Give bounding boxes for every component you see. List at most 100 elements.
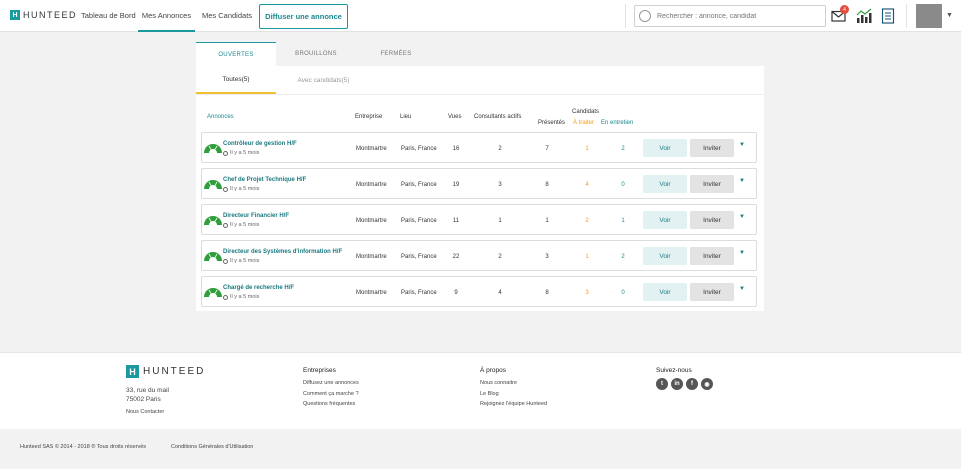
view-button[interactable]: Voir bbox=[643, 247, 687, 265]
ad-age-text: Il y a 5 mois bbox=[230, 186, 260, 192]
clock-icon bbox=[223, 186, 228, 192]
avatar[interactable] bbox=[916, 4, 942, 28]
chevron-down-icon[interactable]: ▼ bbox=[739, 178, 745, 184]
view-button[interactable]: Voir bbox=[643, 211, 687, 229]
subtab-with-candidates[interactable]: Avec candidats(5) bbox=[276, 66, 371, 94]
invite-button[interactable]: Inviter bbox=[690, 283, 734, 301]
tab-drafts[interactable]: BROUILLONS bbox=[276, 42, 356, 66]
col-annonces: Annonces bbox=[207, 114, 234, 120]
cell-place: Paris, France bbox=[401, 145, 437, 152]
footer-link[interactable]: Rejoignez l'équipe Hunteed bbox=[480, 399, 547, 410]
cell-company: Montmartre bbox=[356, 181, 387, 188]
linkedin-icon[interactable]: in bbox=[671, 378, 683, 390]
search-input[interactable] bbox=[657, 9, 822, 24]
search-icon bbox=[639, 10, 651, 22]
gauge-icon bbox=[204, 252, 222, 261]
footer-logo-mark: H bbox=[126, 365, 139, 378]
chevron-down-icon[interactable]: ▼ bbox=[739, 214, 745, 220]
footer-social-title: Suivez-nous bbox=[656, 367, 692, 374]
post-ad-button[interactable]: Diffuser une annonce bbox=[259, 4, 348, 29]
footer-link[interactable]: Questions fréquentes bbox=[303, 399, 359, 410]
cell-to-process[interactable]: 2 bbox=[577, 205, 597, 236]
ad-title-link[interactable]: Contrôleur de gestion H/F bbox=[223, 141, 297, 147]
footer-link[interactable]: Nous connaitre bbox=[480, 378, 547, 389]
chevron-down-icon[interactable]: ▼ bbox=[946, 12, 953, 19]
table-row[interactable]: Directeur des Systèmes d'information H/F… bbox=[201, 240, 757, 271]
address-line-1: 33, rue du mail bbox=[126, 387, 169, 394]
ad-age-text: Il y a 5 mois bbox=[230, 294, 260, 300]
document-icon[interactable] bbox=[880, 8, 896, 24]
cell-views: 9 bbox=[454, 289, 458, 296]
col-en-entretien: En entretien bbox=[601, 120, 634, 126]
table-row[interactable]: Chargé de recherche H/F Il y a 5 mois Mo… bbox=[201, 276, 757, 307]
chevron-down-icon[interactable]: ▼ bbox=[739, 250, 745, 256]
cell-interview[interactable]: 2 bbox=[613, 133, 633, 164]
facebook-icon[interactable]: f bbox=[686, 378, 698, 390]
ad-title-link[interactable]: Chargé de recherche H/F bbox=[223, 285, 294, 291]
chart-icon[interactable] bbox=[856, 8, 872, 24]
cell-company: Montmartre bbox=[356, 253, 387, 260]
top-header: H HUNTEED Tableau de Bord Mes Annonces M… bbox=[0, 0, 961, 32]
col-candidats: Candidats bbox=[572, 109, 600, 115]
tab-open[interactable]: OUVERTES bbox=[196, 42, 276, 66]
footer-link[interactable]: Le Blog bbox=[480, 389, 547, 400]
cgu-link[interactable]: Conditions Générales d'Utilisation bbox=[171, 444, 253, 450]
header-divider-2 bbox=[906, 4, 907, 28]
table-row[interactable]: Directeur Financier H/F Il y a 5 mois Mo… bbox=[201, 204, 757, 235]
cell-interview[interactable]: 2 bbox=[613, 241, 633, 272]
ad-title-link[interactable]: Directeur des Systèmes d'information H/F bbox=[223, 249, 342, 255]
tab-closed[interactable]: FERMÉES bbox=[356, 42, 436, 66]
cell-to-process[interactable]: 1 bbox=[577, 133, 597, 164]
invite-button[interactable]: Inviter bbox=[690, 175, 734, 193]
cell-to-process[interactable]: 4 bbox=[577, 169, 597, 200]
cell-views: 22 bbox=[452, 253, 460, 260]
cell-company: Montmartre bbox=[356, 145, 387, 152]
footer-entreprises-title: Entreprises bbox=[303, 367, 336, 374]
col-consultants: Consultants actifs bbox=[474, 114, 522, 120]
invite-button[interactable]: Inviter bbox=[690, 139, 734, 157]
footer-entreprises: Entreprises Diffusez une annonces Commen… bbox=[303, 367, 359, 410]
table-row[interactable]: Contrôleur de gestion H/F Il y a 5 mois … bbox=[201, 132, 757, 163]
ad-title-link[interactable]: Directeur Financier H/F bbox=[223, 213, 289, 219]
ad-title-link[interactable]: Chef de Projet Technique H/F bbox=[223, 177, 306, 183]
rss-icon[interactable]: ◉ bbox=[701, 378, 713, 390]
cell-consultants: 2 bbox=[498, 253, 502, 260]
search-box[interactable] bbox=[634, 5, 826, 27]
cell-place: Paris, France bbox=[401, 289, 437, 296]
footer-logo[interactable]: H HUNTEED bbox=[126, 365, 205, 378]
cell-to-process[interactable]: 1 bbox=[577, 241, 597, 272]
gauge-icon bbox=[204, 144, 222, 153]
nav-my-ads[interactable]: Mes Annonces bbox=[138, 0, 195, 32]
header-divider bbox=[625, 4, 626, 28]
clock-icon bbox=[223, 222, 228, 228]
cell-interview[interactable]: 1 bbox=[613, 205, 633, 236]
table-row[interactable]: Chef de Projet Technique H/F Il y a 5 mo… bbox=[201, 168, 757, 199]
cell-to-process[interactable]: 3 bbox=[577, 277, 597, 308]
invite-button[interactable]: Inviter bbox=[690, 247, 734, 265]
cell-interview[interactable]: 0 bbox=[613, 277, 633, 308]
ad-age: Il y a 5 mois bbox=[223, 186, 259, 192]
nav-my-candidates[interactable]: Mes Candidats bbox=[202, 0, 252, 32]
ad-age: Il y a 5 mois bbox=[223, 294, 259, 300]
subtab-divider bbox=[196, 94, 764, 95]
cell-consultants: 4 bbox=[498, 289, 502, 296]
view-button[interactable]: Voir bbox=[643, 283, 687, 301]
subtab-all[interactable]: Toutes(5) bbox=[196, 66, 276, 94]
ad-age-text: Il y a 5 mois bbox=[230, 258, 260, 264]
invite-button[interactable]: Inviter bbox=[690, 211, 734, 229]
logo[interactable]: H HUNTEED bbox=[10, 10, 77, 20]
footer-link[interactable]: Diffusez une annonces bbox=[303, 378, 359, 389]
contact-link[interactable]: Nous Contacter bbox=[126, 407, 205, 418]
view-button[interactable]: Voir bbox=[643, 139, 687, 157]
footer-apropos: À propos Nous connaitre Le Blog Rejoigne… bbox=[480, 367, 547, 410]
ad-age: Il y a 5 mois bbox=[223, 222, 259, 228]
cell-place: Paris, France bbox=[401, 217, 437, 224]
cell-interview[interactable]: 0 bbox=[613, 169, 633, 200]
twitter-icon[interactable]: t bbox=[656, 378, 668, 390]
footer-link[interactable]: Comment ça marche ? bbox=[303, 389, 359, 400]
nav-dashboard[interactable]: Tableau de Bord bbox=[81, 0, 136, 32]
chevron-down-icon[interactable]: ▼ bbox=[739, 142, 745, 148]
chevron-down-icon[interactable]: ▼ bbox=[739, 286, 745, 292]
view-button[interactable]: Voir bbox=[643, 175, 687, 193]
cell-presented: 8 bbox=[545, 181, 549, 188]
